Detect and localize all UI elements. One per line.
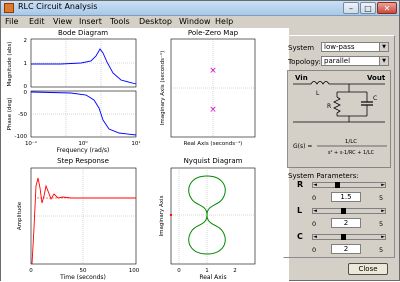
mag-tick-2: 2 bbox=[24, 38, 28, 44]
phase-tick-0: 0 bbox=[24, 90, 28, 96]
bode-xlabel: Frequency (rad/s) bbox=[57, 147, 110, 154]
l-min: 0 bbox=[312, 220, 317, 228]
nyquist-ylabel: Imaginary Axis bbox=[159, 195, 165, 236]
l-max: 5 bbox=[379, 220, 384, 228]
slider-left-arrow-icon[interactable]: ◄ bbox=[312, 208, 318, 214]
l-slider-thumb[interactable] bbox=[341, 208, 346, 214]
step-xtick-100: 100 bbox=[129, 268, 140, 274]
menu-edit[interactable]: Edit bbox=[29, 17, 45, 26]
nyquist-axes bbox=[169, 167, 256, 265]
pole-marker-upper: × bbox=[209, 66, 217, 76]
bode-phase-ylabel: Phase (deg) bbox=[7, 98, 13, 131]
window-close-button[interactable]: ✕ bbox=[377, 2, 397, 14]
slider-right-arrow-icon[interactable]: ► bbox=[380, 234, 386, 240]
step-xlabel: Time (seconds) bbox=[59, 274, 106, 281]
c-max: 5 bbox=[379, 246, 384, 254]
slider-right-arrow-icon[interactable]: ► bbox=[380, 182, 386, 188]
nyquist-title: Nyquist Diagram bbox=[184, 157, 243, 165]
step-xtick-0: 0 bbox=[29, 268, 33, 274]
topology-label: Topology: bbox=[288, 58, 321, 66]
menu-file[interactable]: File bbox=[5, 17, 18, 26]
pole-marker-lower: × bbox=[209, 105, 217, 115]
system-value: low-pass bbox=[324, 43, 355, 51]
menu-window[interactable]: Window bbox=[179, 17, 211, 26]
nyq-xtick-0: 0 bbox=[177, 268, 181, 274]
c-min: 0 bbox=[312, 246, 317, 254]
system-dropdown[interactable]: low-pass ▼ bbox=[321, 42, 389, 52]
matlab-icon bbox=[4, 3, 14, 13]
menu-view[interactable]: View bbox=[53, 17, 72, 26]
resistor-label: R bbox=[327, 103, 331, 110]
bode-mag-ylabel: Magnitude (abs) bbox=[7, 42, 13, 87]
mag-tick-1: 1 bbox=[24, 61, 28, 67]
param-l-label: L bbox=[297, 206, 303, 215]
c-slider[interactable]: ◄ ► bbox=[312, 234, 386, 240]
chevron-down-icon: ▼ bbox=[379, 43, 388, 51]
l-slider[interactable]: ◄ ► bbox=[312, 208, 386, 214]
r-value-field[interactable]: 1.5 bbox=[331, 192, 361, 202]
bode-title: Bode Diagram bbox=[58, 29, 108, 37]
r-max: 5 bbox=[379, 194, 384, 202]
tf-denominator: s² + s·1/RC + 1/LC bbox=[328, 150, 375, 156]
vin-label: Vin bbox=[295, 74, 308, 82]
slider-left-arrow-icon[interactable]: ◄ bbox=[312, 234, 318, 240]
window-title: RLC Circuit Analysis bbox=[18, 2, 98, 11]
menu-desktop[interactable]: Desktop bbox=[139, 17, 172, 26]
r-slider-thumb[interactable] bbox=[335, 182, 340, 188]
nyq-xtick-2: 2 bbox=[233, 268, 237, 274]
topology-dropdown[interactable]: parallel ▼ bbox=[321, 56, 389, 66]
bode-phase-axes bbox=[30, 90, 137, 138]
bode-xtick-0: 10⁻¹ bbox=[25, 140, 37, 147]
step-title: Step Response bbox=[57, 157, 109, 165]
maximize-button[interactable]: □ bbox=[360, 2, 376, 14]
phase-tick-100: -100 bbox=[15, 134, 28, 140]
pz-axes bbox=[170, 38, 256, 138]
menu-help[interactable]: Help bbox=[215, 17, 233, 26]
menu-insert[interactable]: Insert bbox=[79, 17, 102, 26]
vout-label: Vout bbox=[367, 74, 386, 82]
pz-title: Pole-Zero Map bbox=[188, 29, 239, 37]
close-button[interactable]: Close bbox=[348, 263, 388, 275]
menu-bar: File Edit View Insert Tools Desktop Wind… bbox=[1, 16, 399, 28]
pz-xlabel: Real Axis (seconds⁻¹) bbox=[184, 140, 243, 147]
system-label: System bbox=[288, 44, 315, 52]
params-title: System Parameters: bbox=[288, 172, 359, 180]
transfer-function-label: G(s) = bbox=[293, 143, 312, 150]
minimize-button[interactable]: – bbox=[343, 2, 359, 14]
bode-magnitude-axes bbox=[30, 38, 137, 88]
slider-right-arrow-icon[interactable]: ► bbox=[380, 208, 386, 214]
circuit-diagram: Vin Vout L R C G(s) = 1/LC s² + s·1/RC +… bbox=[287, 70, 391, 168]
step-ylabel: Amplitude bbox=[17, 201, 23, 230]
bode-xtick-2: 10¹ bbox=[131, 140, 140, 147]
critical-point-marker bbox=[169, 213, 173, 217]
bode-xtick-1: 10⁰ bbox=[78, 140, 88, 147]
rlc-window: RLC Circuit Analysis – □ ✕ File Edit Vie… bbox=[0, 0, 400, 282]
topology-value: parallel bbox=[324, 57, 351, 65]
nyquist-xlabel: Real Axis bbox=[199, 274, 226, 281]
r-slider[interactable]: ◄ ► bbox=[312, 182, 386, 188]
capacitor-label: C bbox=[373, 95, 377, 102]
param-c-label: C bbox=[297, 232, 303, 241]
title-bar[interactable]: RLC Circuit Analysis – □ ✕ bbox=[1, 1, 399, 16]
plot-area: Bode Diagram 2 1 0 Magnitude (abs) 0 -50… bbox=[1, 28, 289, 282]
param-r-label: R bbox=[297, 180, 304, 189]
r-min: 0 bbox=[312, 194, 317, 202]
phase-tick-50: -50 bbox=[18, 112, 27, 118]
chevron-down-icon: ▼ bbox=[379, 57, 388, 65]
slider-left-arrow-icon[interactable]: ◄ bbox=[312, 182, 318, 188]
tf-numerator: 1/LC bbox=[345, 139, 357, 145]
menu-tools[interactable]: Tools bbox=[110, 17, 130, 26]
step-axes bbox=[30, 167, 137, 265]
pz-ylabel: Imaginary Axis (seconds⁻¹) bbox=[159, 51, 166, 126]
l-value-field[interactable]: 2 bbox=[331, 218, 361, 228]
c-slider-thumb[interactable] bbox=[341, 234, 346, 240]
c-value-field[interactable]: 2 bbox=[331, 244, 361, 254]
